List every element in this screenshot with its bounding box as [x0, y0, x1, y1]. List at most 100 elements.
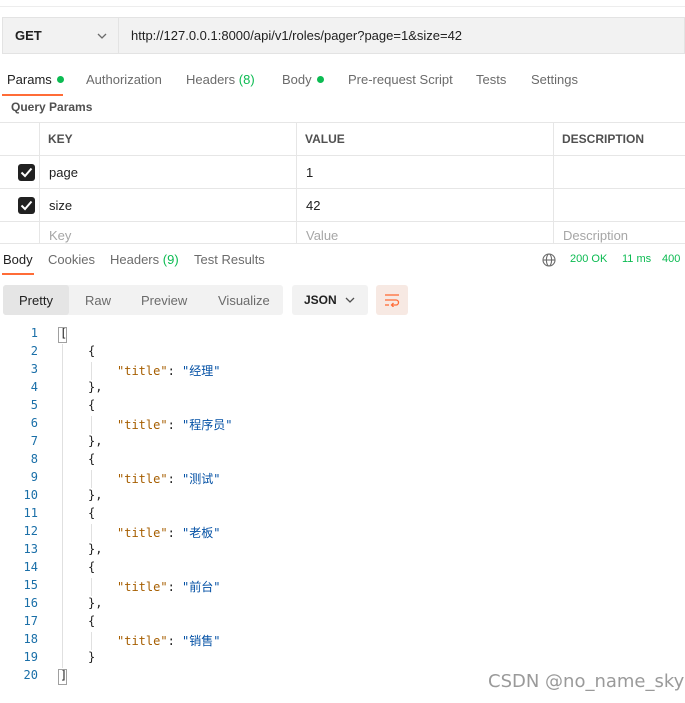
column-header-description: DESCRIPTION — [562, 132, 645, 146]
top-divider — [0, 6, 685, 7]
response-tab-body[interactable]: Body — [3, 252, 33, 267]
tab-prerequest-script[interactable]: Pre-request Script — [348, 72, 453, 87]
tab-tests[interactable]: Tests — [476, 72, 506, 87]
json-punctuation: }, — [88, 380, 103, 394]
param-value[interactable]: 42 — [306, 189, 320, 221]
column-divider — [39, 122, 40, 243]
response-tab-headers-count: (9) — [162, 252, 179, 267]
view-raw-button[interactable]: Raw — [85, 285, 111, 315]
column-divider — [296, 122, 297, 243]
json-property: "title": "经理" — [117, 362, 220, 379]
response-active-tab-indicator — [2, 273, 34, 275]
line-number: 18 — [23, 632, 38, 646]
json-property: "title": "测试" — [117, 470, 220, 487]
line-number: 2 — [30, 344, 38, 358]
line-number: 14 — [23, 560, 38, 574]
checkmark-icon — [20, 200, 33, 211]
line-number: 12 — [23, 524, 38, 538]
response-tab-headers[interactable]: Headers (9) — [110, 252, 179, 267]
wrap-lines-button[interactable] — [376, 285, 408, 315]
json-string-value: "老板" — [182, 526, 221, 540]
json-punctuation: { — [88, 344, 96, 358]
json-punctuation: { — [88, 398, 96, 412]
json-key: "title" — [117, 418, 168, 432]
line-number: 15 — [23, 578, 38, 592]
column-header-key: KEY — [48, 132, 73, 146]
response-status[interactable]: 200 OK — [570, 253, 607, 265]
json-separator: : — [167, 472, 183, 486]
json-property: "title": "销售" — [117, 632, 220, 649]
method-select[interactable]: GET — [2, 17, 118, 54]
tab-body-label: Body — [282, 72, 312, 87]
json-punctuation: }, — [88, 488, 103, 502]
line-number: 10 — [23, 488, 38, 502]
line-number: 9 — [30, 470, 38, 484]
globe-icon[interactable] — [542, 253, 556, 267]
json-separator: : — [167, 634, 183, 648]
json-key: "title" — [117, 526, 168, 540]
tab-headers-count: (8) — [238, 72, 255, 87]
json-punctuation: }, — [88, 434, 103, 448]
tab-params[interactable]: Params — [7, 72, 64, 87]
table-new-row: Key Value Description — [0, 221, 685, 243]
param-key[interactable]: size — [49, 189, 72, 221]
view-pretty-button[interactable]: Pretty — [3, 285, 69, 315]
line-number: 3 — [30, 362, 38, 376]
param-value[interactable]: 1 — [306, 156, 313, 188]
url-text: http://127.0.0.1:8000/api/v1/roles/pager… — [131, 28, 463, 43]
view-visualize-button[interactable]: Visualize — [218, 285, 270, 315]
view-preview-button[interactable]: Preview — [141, 285, 187, 315]
body-indicator-dot — [316, 76, 324, 84]
table-header-row: KEY VALUE DESCRIPTION — [0, 122, 685, 155]
checkmark-icon — [20, 167, 33, 178]
column-header-value: VALUE — [305, 132, 345, 146]
method-label: GET — [15, 28, 42, 43]
line-number: 5 — [30, 398, 38, 412]
response-tab-cookies[interactable]: Cookies — [48, 252, 95, 267]
json-punctuation: }, — [88, 596, 103, 610]
json-string-value: "测试" — [182, 472, 221, 486]
json-punctuation: } — [88, 650, 96, 664]
chevron-down-icon — [97, 33, 107, 39]
json-punctuation: { — [88, 506, 96, 520]
format-label: JSON — [304, 293, 337, 307]
response-size[interactable]: 400 — [662, 253, 680, 265]
param-key[interactable]: page — [49, 156, 78, 188]
row-checkbox[interactable] — [18, 164, 35, 181]
json-punctuation: { — [88, 452, 96, 466]
indent-guide — [91, 416, 92, 434]
json-separator: : — [167, 580, 183, 594]
response-tab-test-results[interactable]: Test Results — [194, 252, 265, 267]
response-time[interactable]: 11 ms — [622, 253, 651, 265]
wrap-lines-icon — [385, 294, 400, 307]
params-indicator-dot — [56, 76, 64, 84]
format-select[interactable]: JSON — [292, 285, 368, 315]
json-string-value: "程序员" — [182, 418, 233, 432]
line-number: 11 — [23, 506, 38, 520]
request-tabs: Params Authorization Headers (8) Body Pr… — [0, 70, 685, 90]
line-number: 17 — [23, 614, 38, 628]
line-number: 20 — [23, 668, 38, 682]
indent-guide — [91, 470, 92, 488]
view-mode-group: Pretty Raw Preview Visualize — [3, 285, 283, 315]
tab-params-label: Params — [7, 72, 52, 87]
indent-guide — [91, 632, 92, 650]
row-checkbox[interactable] — [18, 197, 35, 214]
value-placeholder[interactable]: Value — [306, 222, 338, 243]
response-divider — [0, 243, 685, 244]
tab-headers[interactable]: Headers (8) — [186, 72, 255, 87]
description-placeholder[interactable]: Description — [563, 222, 628, 243]
tab-settings[interactable]: Settings — [531, 72, 578, 87]
response-tab-headers-label: Headers — [110, 252, 160, 267]
json-separator: : — [167, 418, 183, 432]
tab-body[interactable]: Body — [282, 72, 324, 87]
key-placeholder[interactable]: Key — [49, 222, 71, 243]
tab-authorization[interactable]: Authorization — [86, 72, 162, 87]
json-punctuation: { — [88, 614, 96, 628]
json-property: "title": "前台" — [117, 578, 220, 595]
url-input[interactable]: http://127.0.0.1:8000/api/v1/roles/pager… — [118, 17, 685, 54]
table-row: page 1 — [0, 155, 685, 188]
bracket-match-highlight — [58, 327, 67, 343]
line-number: 16 — [23, 596, 38, 610]
line-number: 1 — [30, 326, 38, 340]
